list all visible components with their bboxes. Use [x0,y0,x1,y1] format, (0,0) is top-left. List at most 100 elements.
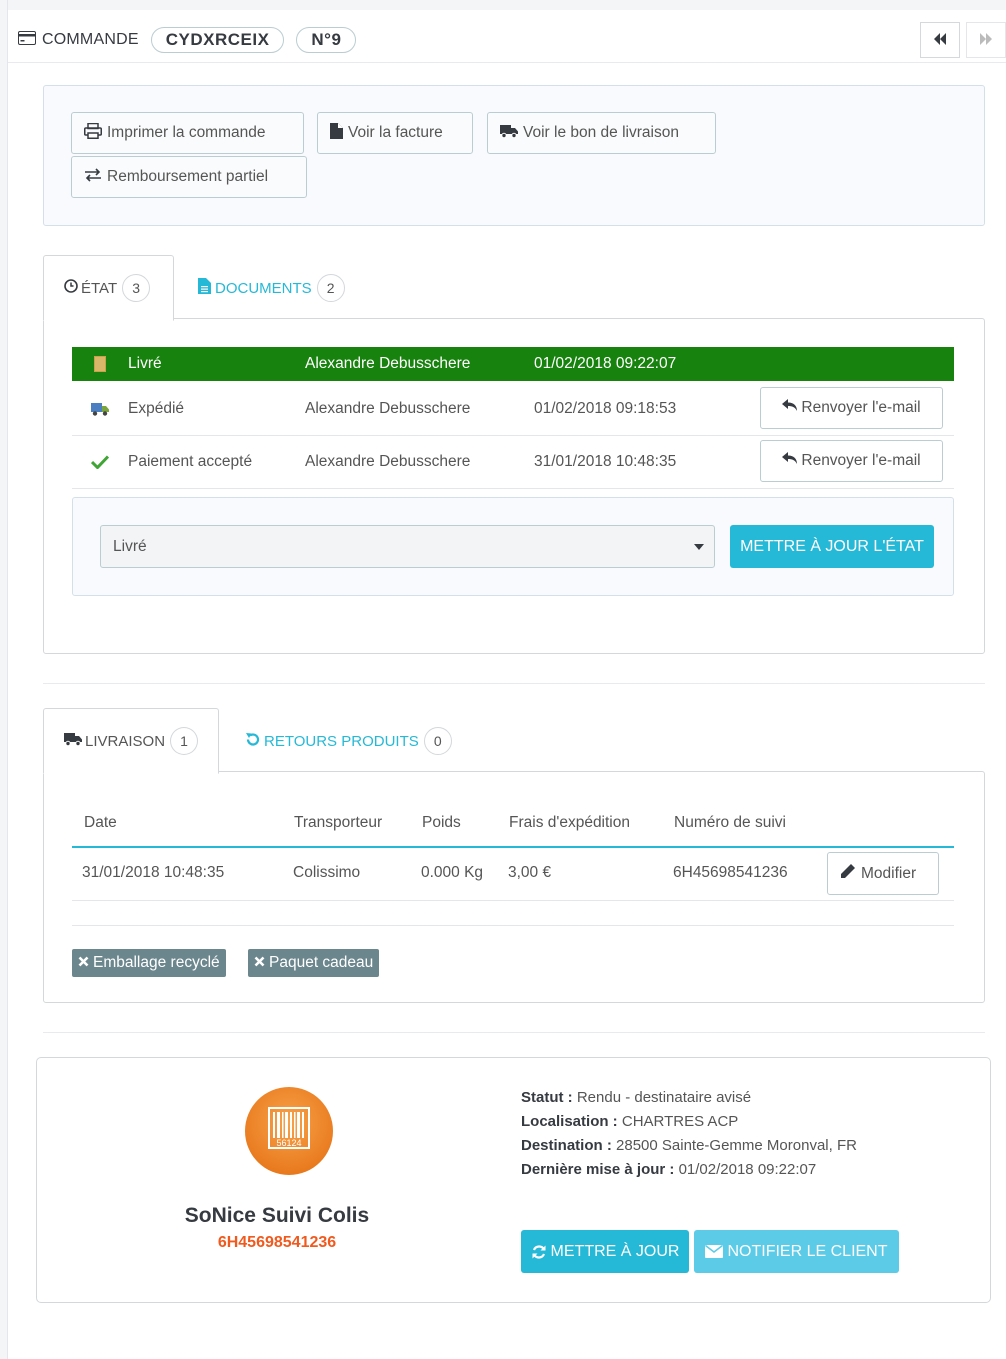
tracking-destination-line: Destination : 28500 Sainte-Gemme Moronva… [521,1137,857,1154]
row-divider [72,435,954,436]
history-employee: Alexandre Debusschere [305,355,471,372]
history-date: 01/02/2018 09:22:07 [534,355,677,372]
history-state: Paiement accepté [128,453,253,470]
left-gutter [0,0,8,1359]
location-value: CHARTRES ACP [621,1113,739,1130]
notify-customer-button[interactable]: NOTIFIER LE CLIENT [694,1230,899,1273]
tracking-location-line: Localisation : CHARTRES ACP [521,1113,738,1130]
refresh-tracking-label: METTRE À JOUR [550,1242,680,1260]
order-reference-badge: CYDXRCEIX [150,27,285,53]
shipping-weight: 0.000 Kg [421,864,484,881]
destination-label: Destination : [521,1137,612,1154]
partial-refund-button[interactable]: Remboursement partiel [71,156,307,198]
partial-refund-label: Remboursement partiel [107,168,269,185]
column-header-weight: Poids [422,814,461,831]
shipping-cost: 3,00 € [508,864,552,881]
tracking-number: 6H45698541236 [217,1234,337,1251]
row-divider [72,900,954,901]
credit-card-icon [18,31,36,49]
row-divider [72,925,954,926]
document-icon [198,278,211,298]
edit-shipping-button[interactable]: Modifier [827,852,939,895]
header-divider [8,62,1006,63]
caret-down-icon [694,544,704,550]
truck-icon [500,124,523,143]
clock-icon [64,279,78,297]
close-icon [254,954,265,972]
order-header: COMMANDE CYDXRCEIX N°9 [18,22,368,58]
tab-status[interactable]: ÉTAT 3 [43,255,174,321]
tab-product-returns-label: RETOURS PRODUITS [264,732,419,750]
shipping-tracking-number: 6H45698541236 [673,864,788,881]
view-invoice-button[interactable]: Voir la facture [317,112,473,154]
status-value: Rendu - destinataire avisé [576,1089,752,1106]
destination-value: 28500 Sainte-Gemme Moronval, FR [616,1137,857,1154]
returns-count-badge: 0 [423,727,452,755]
location-label: Localisation : [521,1113,618,1130]
resend-email-button[interactable]: Renvoyer l'e-mail [760,387,943,429]
status-count-badge: 3 [122,274,151,302]
tracking-updated-line: Dernière mise à jour : 01/02/2018 09:22:… [521,1161,816,1178]
section-divider [43,683,985,684]
printer-icon [84,122,107,144]
print-order-button[interactable]: Imprimer la commande [71,112,304,154]
print-order-label: Imprimer la commande [107,124,266,141]
envelope-icon [705,1245,724,1258]
gift-wrapping-tag: Paquet cadeau [248,949,380,977]
check-icon [72,455,128,469]
shipping-count-badge: 1 [170,727,198,755]
undo-icon [245,732,260,751]
tab-shipping-label: LIVRAISON [85,732,166,750]
tab-shipping[interactable]: LIVRAISON 1 [43,708,219,774]
column-header-tracking-number: Numéro de suivi [674,814,786,831]
view-delivery-slip-button[interactable]: Voir le bon de livraison [487,112,716,154]
status-label: Statut : [521,1089,573,1106]
table-header-underline [72,846,954,848]
history-date: 01/02/2018 09:18:53 [534,400,677,417]
history-state: Expédié [128,400,185,417]
row-divider [72,488,954,489]
tab-product-returns[interactable]: RETOURS PRODUITS 0 [225,708,472,774]
history-state: Livré [128,355,162,372]
next-order-button[interactable] [966,22,1006,58]
resend-email-label: Renvoyer l'e-mail [801,452,921,469]
history-employee: Alexandre Debusschere [305,400,471,417]
recycled-packaging-label: Emballage recyclé [93,954,220,971]
truck-icon [72,402,128,416]
reply-icon [782,452,798,470]
documents-count-badge: 2 [316,274,345,302]
gift-wrapping-label: Paquet cadeau [269,954,374,971]
double-chevron-left-icon [933,32,947,48]
column-header-carrier: Transporteur [294,814,383,831]
history-employee: Alexandre Debusschere [305,453,471,470]
resend-email-button[interactable]: Renvoyer l'e-mail [760,440,943,482]
update-state-button[interactable]: METTRE À JOUR L'ÉTAT [730,525,934,568]
history-date: 31/01/2018 10:48:35 [534,453,677,470]
package-icon [72,356,128,372]
shipping-carrier: Colissimo [293,864,361,881]
tab-documents-label: DOCUMENTS [215,279,312,297]
shipping-date: 31/01/2018 10:48:35 [82,864,225,881]
updated-label: Dernière mise à jour : [521,1161,675,1178]
truck-icon [64,732,82,750]
top-gutter [8,0,1006,10]
tracking-status-line: Statut : Rendu - destinataire avisé [521,1089,751,1106]
file-icon [330,122,348,144]
edit-shipping-label: Modifier [861,864,917,882]
recycled-packaging-tag: Emballage recyclé [72,949,226,977]
previous-order-button[interactable] [920,22,960,58]
refresh-tracking-button[interactable]: METTRE À JOUR [521,1230,689,1273]
tab-status-label: ÉTAT [81,279,118,297]
close-icon [78,954,89,972]
sonice-logo: 56124 [245,1087,333,1175]
exchange-icon [84,167,107,187]
resend-email-label: Renvoyer l'e-mail [801,399,921,416]
module-name: SoNice Suivi Colis [184,1204,370,1227]
page-title: COMMANDE [42,31,139,48]
pencil-icon [840,863,861,884]
order-state-select[interactable]: Livré [100,525,715,568]
order-number-badge: N°9 [296,27,357,53]
tab-documents[interactable]: DOCUMENTS 2 [178,255,365,321]
logo-number: 56124 [276,1138,302,1148]
history-row-current: Livré Alexandre Debusschere 01/02/2018 0… [72,347,954,381]
